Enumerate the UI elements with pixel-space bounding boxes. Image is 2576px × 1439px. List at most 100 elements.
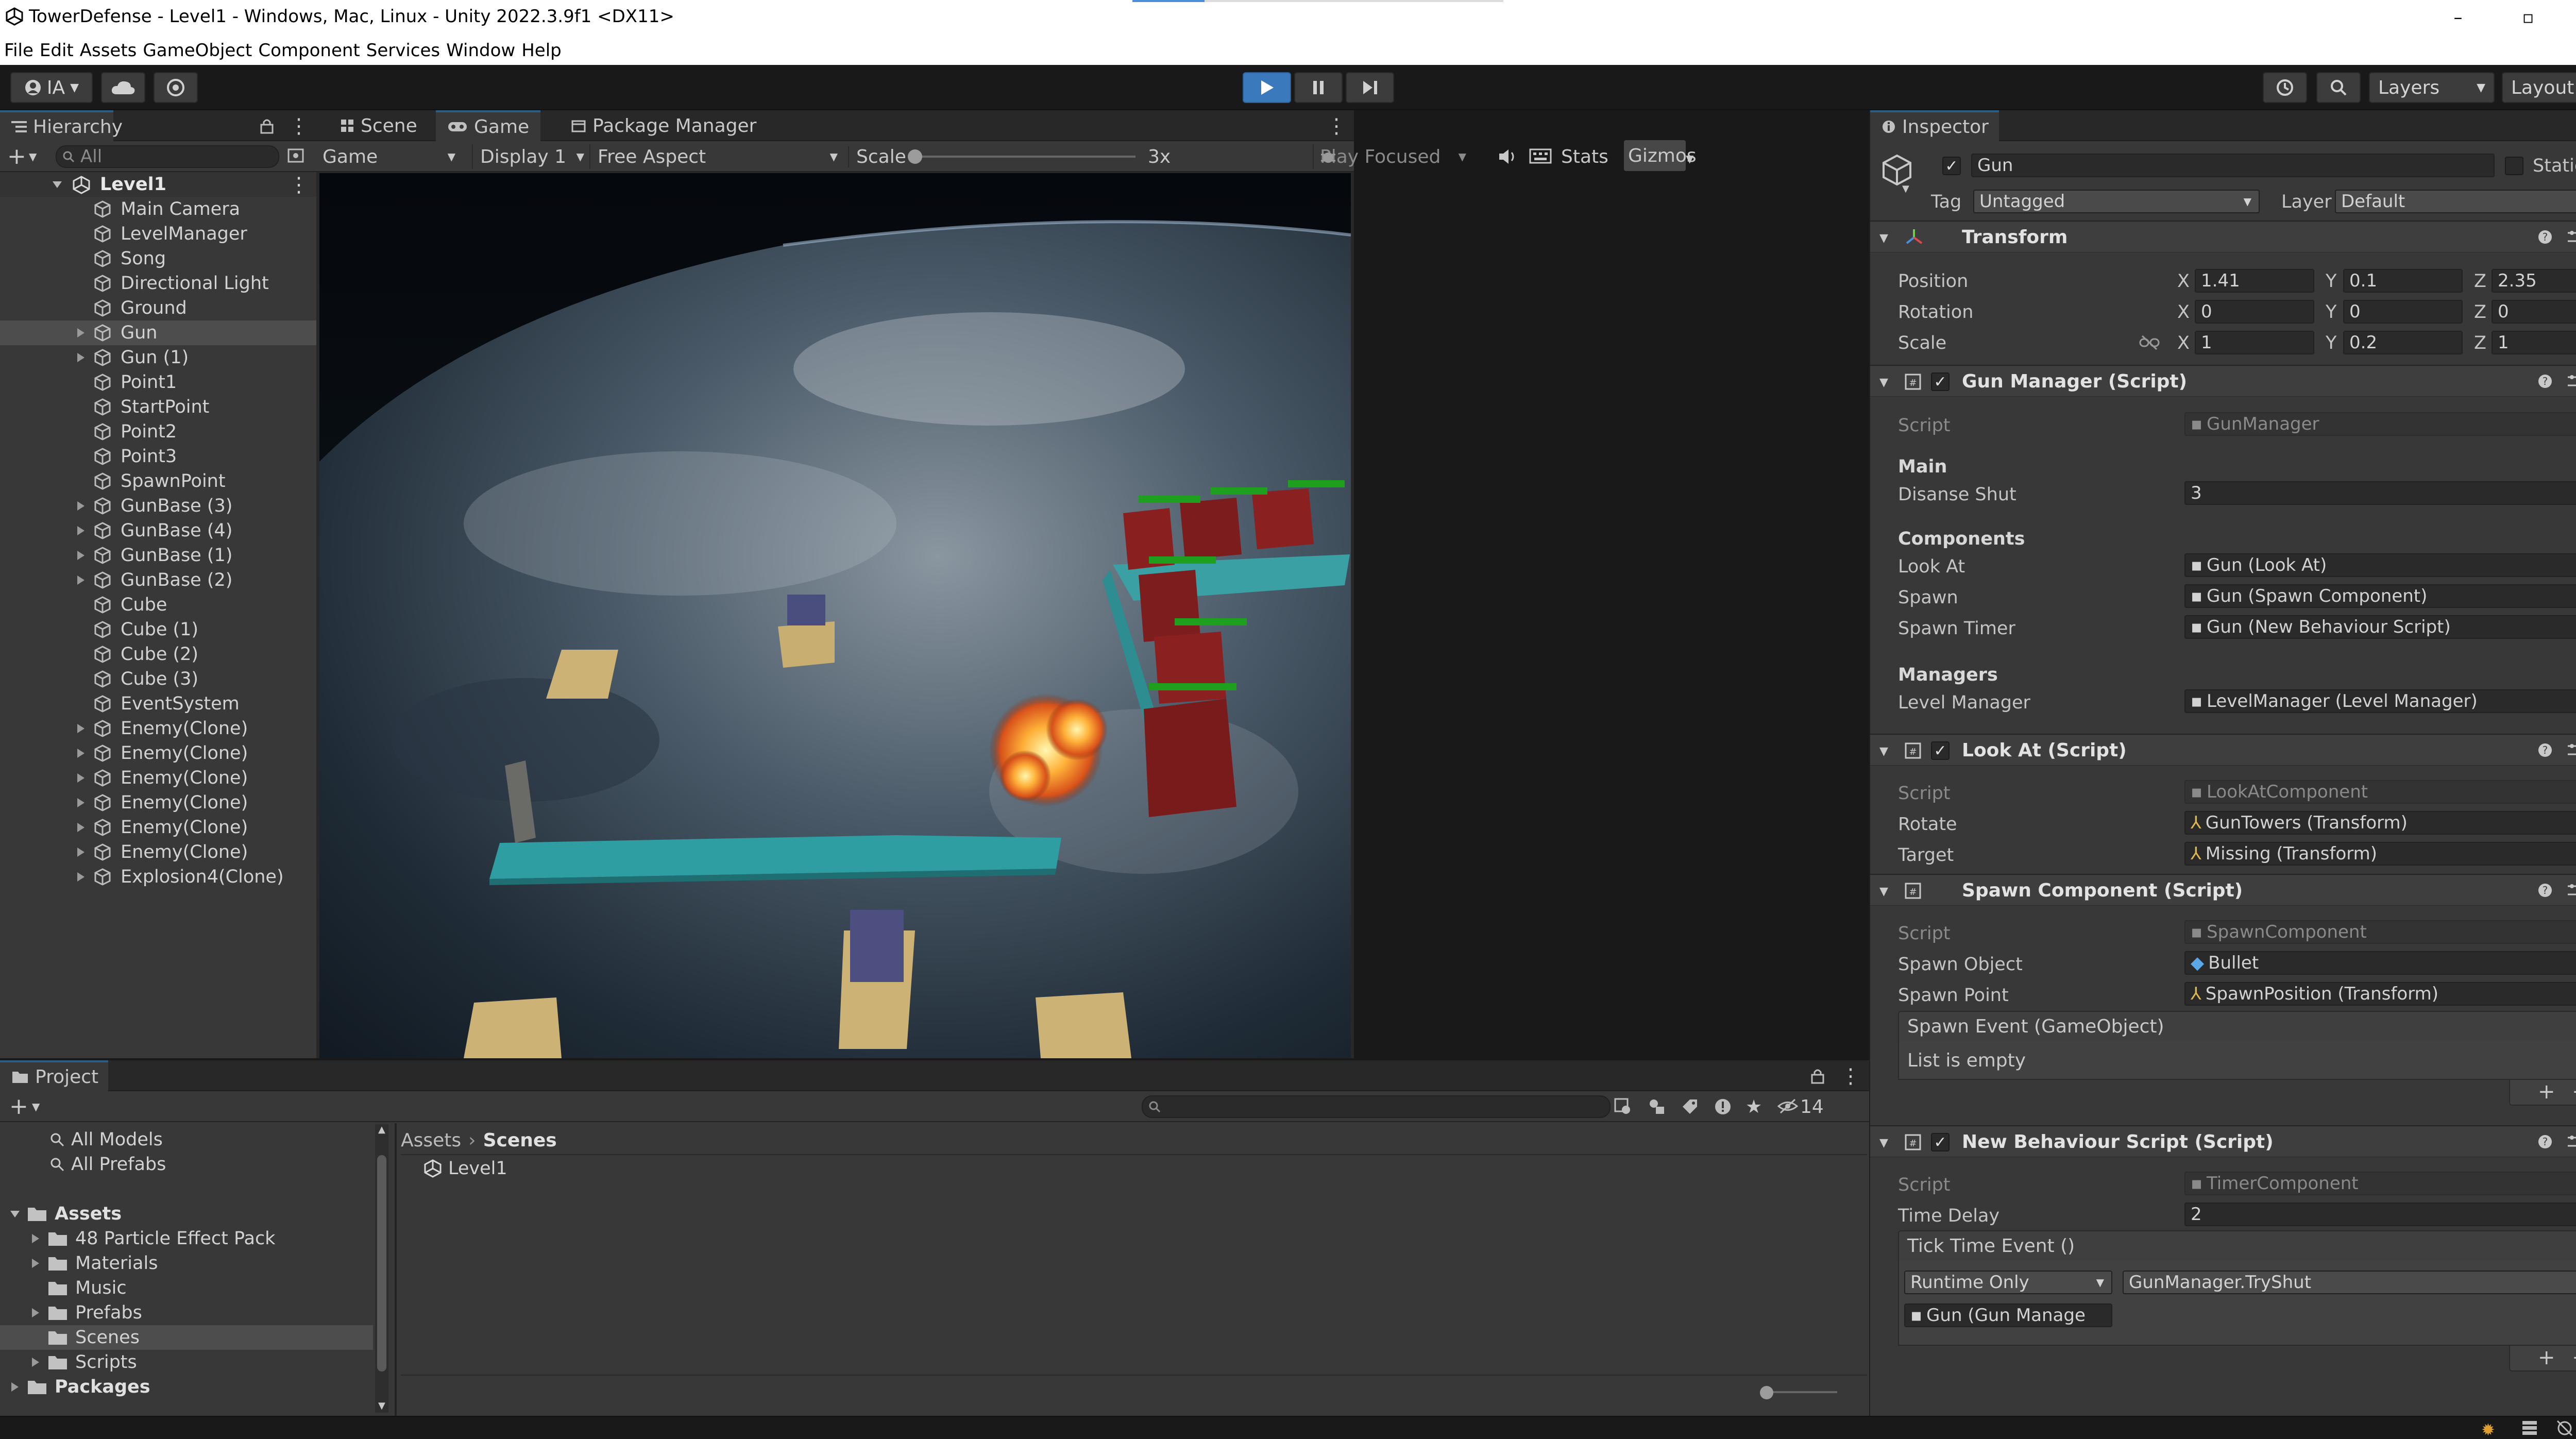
- transform-header[interactable]: ▼ Transform ? ⋮: [1870, 221, 2576, 252]
- project-folder-item[interactable]: Packages: [0, 1375, 373, 1399]
- expand-arrow-icon[interactable]: [75, 352, 86, 363]
- bug-icon[interactable]: [1318, 146, 1338, 167]
- preset-icon[interactable]: [2566, 228, 2576, 246]
- remove-item-button[interactable]: −: [2572, 1346, 2576, 1369]
- expand-arrow-icon[interactable]: [75, 500, 86, 512]
- spawn-point-field[interactable]: ⅄ SpawnPosition (Transform): [2184, 982, 2576, 1006]
- preset-icon[interactable]: [2566, 881, 2576, 900]
- keyboard-icon[interactable]: [1529, 147, 1552, 165]
- rotation-x-input[interactable]: 0: [2195, 300, 2314, 324]
- hierarchy-item[interactable]: Point3: [0, 444, 316, 469]
- hierarchy-item[interactable]: Enemy(Clone): [0, 741, 316, 766]
- menu-file[interactable]: File: [4, 40, 33, 61]
- hierarchy-item[interactable]: Cube (3): [0, 667, 316, 691]
- hierarchy-item[interactable]: GunBase (2): [0, 568, 316, 592]
- hierarchy-item[interactable]: Enemy(Clone): [0, 716, 316, 741]
- scroll-up-icon[interactable]: ▲: [378, 1124, 385, 1135]
- project-folder-item[interactable]: Prefabs: [0, 1300, 373, 1325]
- expand-arrow-icon[interactable]: [75, 574, 86, 586]
- spawn-timer-field[interactable]: ▪ Gun (New Behaviour Script): [2184, 615, 2576, 639]
- preset-icon[interactable]: [2566, 1132, 2576, 1151]
- hierarchy-item[interactable]: Song: [0, 246, 316, 271]
- maximize-button[interactable]: ▫: [2493, 3, 2563, 32]
- filter-label-icon[interactable]: [1648, 1097, 1666, 1116]
- add-icon[interactable]: +: [9, 1093, 28, 1120]
- tag-icon[interactable]: [1681, 1097, 1699, 1116]
- foldout-arrow-icon[interactable]: ▼: [1879, 745, 1888, 758]
- runtime-dropdown[interactable]: Runtime Only ▼: [1904, 1271, 2112, 1294]
- hierarchy-item[interactable]: Main Camera: [0, 197, 316, 222]
- menu-help[interactable]: Help: [521, 40, 562, 61]
- cloud-button[interactable]: [101, 72, 145, 103]
- hierarchy-item[interactable]: Enemy(Clone): [0, 840, 316, 865]
- chevron-down-icon[interactable]: ▼: [1686, 153, 1693, 165]
- expand-arrow-icon[interactable]: [75, 550, 86, 561]
- tab-game[interactable]: Game: [436, 110, 541, 141]
- hierarchy-item[interactable]: LevelManager: [0, 222, 316, 246]
- project-search-input[interactable]: [1142, 1095, 1611, 1118]
- account-button[interactable]: IA ▼: [10, 72, 93, 103]
- hierarchy-item[interactable]: StartPoint: [0, 395, 316, 419]
- project-folder-item[interactable]: Assets: [0, 1201, 373, 1226]
- gun-manager-enabled-checkbox[interactable]: ✓: [1931, 373, 1950, 391]
- chevron-down-icon[interactable]: ▼: [1902, 183, 1909, 194]
- gizmos-button[interactable]: Gizmos: [1624, 140, 1697, 171]
- expand-arrow-icon[interactable]: [9, 1381, 20, 1393]
- tab-project[interactable]: Project: [0, 1060, 108, 1091]
- close-button[interactable]: ✕: [2563, 3, 2576, 32]
- game-viewport[interactable]: [319, 173, 1351, 1058]
- hierarchy-item[interactable]: Cube (1): [0, 617, 316, 642]
- foldout-arrow-icon[interactable]: ▼: [1879, 885, 1888, 898]
- menu-window[interactable]: Window: [446, 40, 515, 61]
- project-tree-scroll-thumb[interactable]: [377, 1155, 386, 1372]
- tab-scene[interactable]: Scene: [329, 110, 429, 141]
- hierarchy-item[interactable]: EventSystem: [0, 691, 316, 716]
- hierarchy-item[interactable]: Gun (1): [0, 345, 316, 370]
- minimize-button[interactable]: –: [2423, 3, 2493, 32]
- hierarchy-item[interactable]: Cube: [0, 592, 316, 617]
- hierarchy-item[interactable]: Enemy(Clone): [0, 815, 316, 840]
- remove-item-button[interactable]: −: [2572, 1080, 2576, 1104]
- new-behaviour-enabled-checkbox[interactable]: ✓: [1931, 1133, 1950, 1152]
- menu-assets[interactable]: Assets: [80, 40, 137, 61]
- tag-dropdown[interactable]: Untagged ▼: [1973, 190, 2260, 213]
- project-folder-item[interactable]: 48 Particle Effect Pack: [0, 1226, 373, 1251]
- layout-dropdown[interactable]: Layout ▼: [2502, 72, 2576, 103]
- active-checkbox[interactable]: ✓: [1942, 157, 1961, 175]
- expand-arrow-icon[interactable]: [75, 525, 86, 536]
- tab-hierarchy[interactable]: Hierarchy: [0, 110, 123, 141]
- search-button[interactable]: [2316, 72, 2361, 103]
- preset-icon[interactable]: [2566, 741, 2576, 759]
- constrain-proportions-icon[interactable]: [2139, 335, 2160, 350]
- hierarchy-item[interactable]: Enemy(Clone): [0, 766, 316, 790]
- preset-icon[interactable]: [2566, 372, 2576, 391]
- position-z-input[interactable]: 2.35: [2492, 269, 2576, 293]
- favorite-all-models[interactable]: All Models: [49, 1127, 163, 1152]
- rotation-y-input[interactable]: 0: [2343, 300, 2463, 324]
- add-item-button[interactable]: +: [2538, 1080, 2555, 1104]
- debug-off-icon[interactable]: [2555, 1419, 2574, 1437]
- icon-size-slider-track[interactable]: [1765, 1391, 1837, 1393]
- hierarchy-item[interactable]: Directional Light: [0, 271, 316, 296]
- project-folder-item[interactable]: Scenes: [0, 1325, 373, 1350]
- hierarchy-item[interactable]: Explosion4(Clone): [0, 865, 316, 889]
- expand-arrow-icon[interactable]: [9, 1208, 21, 1220]
- kebab-menu-icon[interactable]: ⋮: [289, 114, 309, 138]
- expand-arrow-icon[interactable]: [75, 847, 86, 858]
- layer-dropdown[interactable]: Default ▼: [2335, 190, 2576, 213]
- spawn-component-header[interactable]: ▼ # Spawn Component (Script) ? ⋮: [1870, 874, 2576, 906]
- cache-icon[interactable]: [2520, 1419, 2539, 1436]
- breadcrumb-scenes[interactable]: Scenes: [483, 1130, 557, 1151]
- scale-slider-track[interactable]: [914, 156, 1136, 158]
- expand-arrow-icon[interactable]: [75, 748, 86, 759]
- scale-x-input[interactable]: 1: [2195, 331, 2314, 354]
- filter-type-icon[interactable]: [1614, 1097, 1632, 1116]
- add-item-button[interactable]: +: [2538, 1346, 2555, 1369]
- audio-icon[interactable]: [1497, 147, 1518, 166]
- help-icon[interactable]: ?: [2537, 373, 2553, 390]
- kebab-menu-icon[interactable]: ⋮: [1840, 1064, 1861, 1088]
- spawn-field[interactable]: ▪ Gun (Spawn Component): [2184, 584, 2576, 608]
- foldout-arrow-icon[interactable]: ▼: [1879, 1137, 1888, 1149]
- hierarchy-scene-root[interactable]: Level1 ⋮: [0, 172, 316, 197]
- target-field[interactable]: ⅄ Missing (Transform): [2184, 842, 2576, 866]
